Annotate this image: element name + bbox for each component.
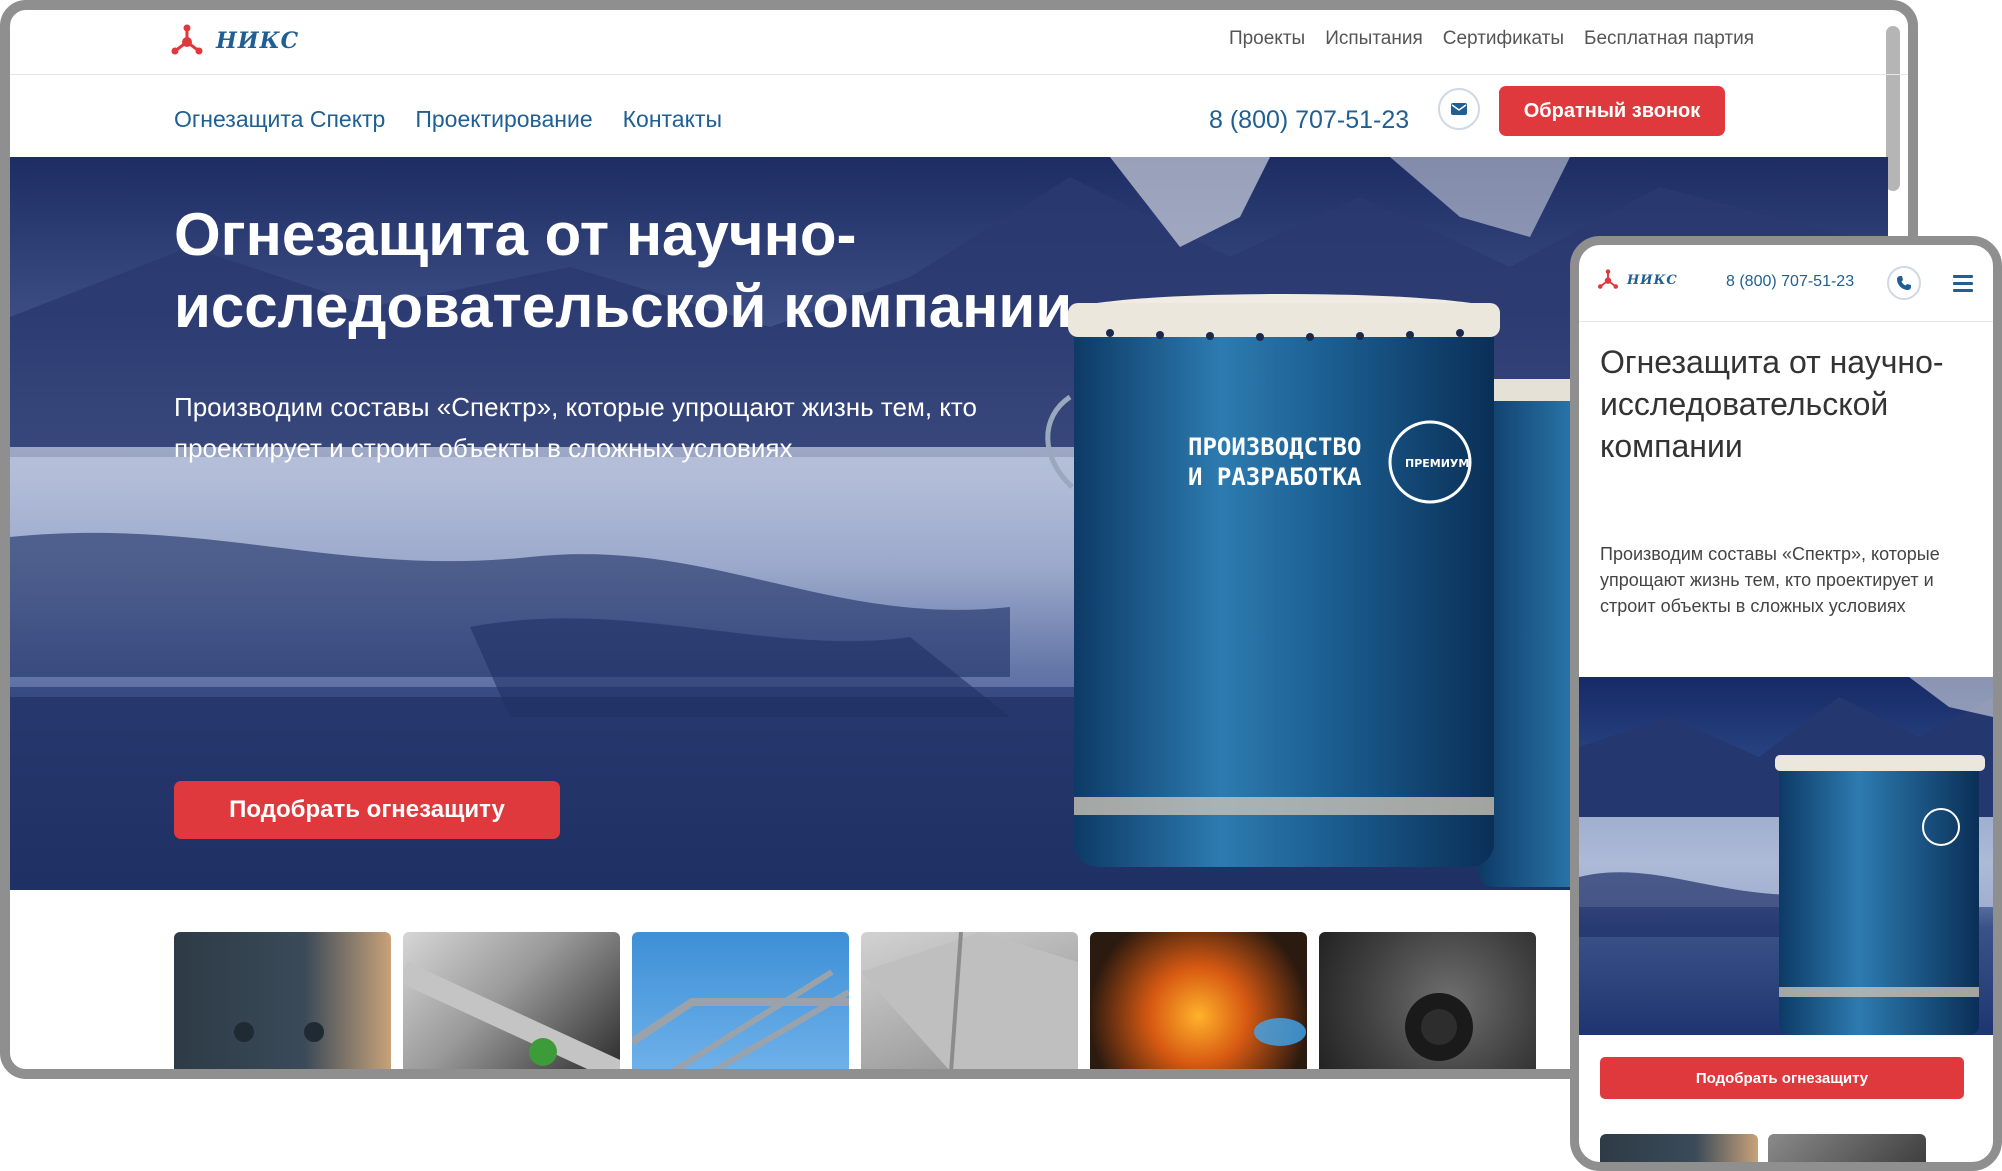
mobile-header: НИКС 8 (800) 707-51-23 [1579,245,1993,322]
nav-link-spektr[interactable]: Огнезащита Спектр [174,106,385,133]
thumb-steel-column[interactable] [174,932,391,1069]
brand-name: НИКС [216,28,300,54]
thumb-sprinkler[interactable] [403,932,620,1069]
mesh-roll-image [1405,993,1473,1061]
thumb-air-duct[interactable] [861,932,1078,1069]
top-bar: НИКС Проекты Испытания Сертификаты Беспл… [10,10,1908,75]
mail-icon [1451,103,1467,115]
category-thumbnails [174,932,1536,1069]
hamburger-icon[interactable] [1953,275,1973,296]
steel-column-image [234,1022,324,1042]
mobile-brand-name: НИКС [1627,272,1678,288]
top-link-free-batch[interactable]: Бесплатная партия [1584,28,1754,50]
choose-protection-button[interactable]: Подобрать огнезащиту [174,781,560,839]
mobile-thumb-sprinkler[interactable] [1768,1134,1926,1162]
mobile-hero-subtitle: Производим составы «Спектр», которые упр… [1600,544,1940,616]
top-link-projects[interactable]: Проекты [1229,28,1305,50]
steel-frame-image [632,969,849,1069]
paint-can-front: ПРОИЗВОДСТВО И РАЗРАБОТКА ПРЕМИУМ [1045,294,1500,867]
mobile-preview-frame: НИКС 8 (800) 707-51-23 Огнезащита от нау… [1570,236,2002,1171]
molecule-logo-icon [171,24,203,55]
mobile-site-logo[interactable]: НИКС [1597,269,1678,291]
mail-button[interactable] [1438,88,1480,130]
mobile-hero-title: Огнезащита от научно-исследовательской к… [1600,344,1944,464]
mobile-thumb-steel-column[interactable] [1600,1134,1758,1162]
thumb-mesh-roll[interactable] [1319,932,1536,1069]
top-links: Проекты Испытания Сертификаты Бесплатная… [1229,28,1754,50]
thumb-steel-frame[interactable] [632,932,849,1069]
nav-link-design[interactable]: Проектирование [415,106,592,133]
nav-link-contacts[interactable]: Контакты [623,106,722,133]
can-badge: ПРЕМИУМ [1405,457,1469,470]
callback-button[interactable]: Обратный звонок [1499,86,1725,136]
mobile-category-thumbnails [1600,1134,1926,1162]
mobile-choose-protection-button[interactable]: Подобрать огнезащиту [1600,1057,1964,1099]
top-link-certificates[interactable]: Сертификаты [1443,28,1564,50]
fire-sparks-image [1254,1018,1306,1046]
mobile-call-button[interactable] [1887,266,1921,300]
air-duct-image [861,932,1078,1069]
hero-title: Огнезащита от научно-исследовательской к… [174,201,1073,340]
molecule-logo-icon [1597,269,1619,289]
phone-number[interactable]: 8 (800) 707-51-23 [1209,106,1409,135]
can-label-development: И РАЗРАБОТКА [1188,463,1362,491]
sprinkler-pipe-image [403,962,620,1069]
top-link-tests[interactable]: Испытания [1325,28,1423,50]
thumb-fire-test[interactable] [1090,932,1307,1069]
phone-icon [1897,276,1911,290]
hero-subtitle: Производим составы «Спектр», которые упр… [174,392,978,463]
site-logo[interactable]: НИКС [170,24,299,58]
lake-paint-can-image [1579,677,1993,1035]
can-label-production: ПРОИЗВОДСТВО [1188,433,1361,461]
mobile-phone-number[interactable]: 8 (800) 707-51-23 [1726,273,1854,291]
mobile-hero-image [1579,677,1993,1035]
